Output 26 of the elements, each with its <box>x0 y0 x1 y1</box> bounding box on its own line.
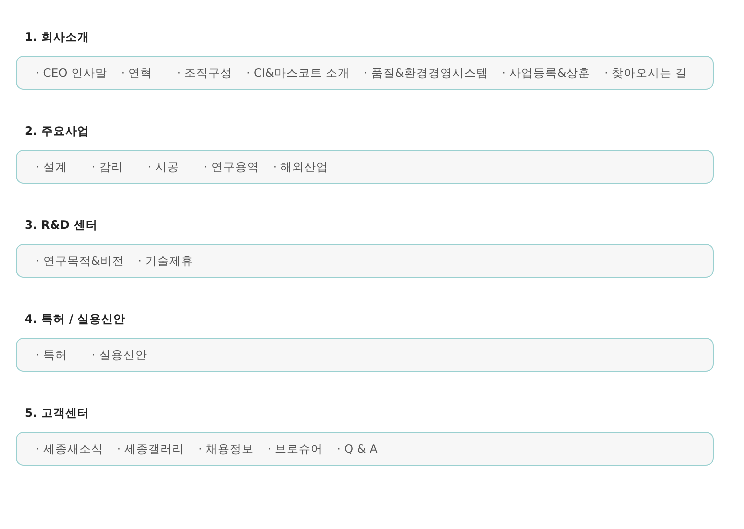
section-title: 1. 회사소개 <box>25 29 90 45</box>
menu-link[interactable]: · 연혁 <box>121 66 164 80</box>
section-title: 3. R&D 센터 <box>25 217 99 233</box>
menu-link[interactable]: · 채용정보 <box>198 442 254 456</box>
menu-link[interactable]: · 조직구성 <box>177 66 233 80</box>
menu-link[interactable]: · 품질&환경경영시스템 <box>364 66 488 80</box>
menu-link[interactable]: · 브로슈어 <box>268 442 324 456</box>
menu-link[interactable]: · 세종새소식 <box>36 442 104 456</box>
menu-link[interactable]: · 세종갤러리 <box>117 442 185 456</box>
menu-link[interactable]: · 사업등록&상훈 <box>502 66 591 80</box>
menu-link[interactable]: · 찾아오시는 길 <box>604 66 688 80</box>
menu-link[interactable]: · 기술제휴 <box>138 254 194 268</box>
menu-link[interactable]: · 감리 <box>92 160 134 174</box>
menu-link[interactable]: · Q & A <box>337 442 380 456</box>
menu-link[interactable]: · CI&마스코트 소개 <box>246 66 350 80</box>
section-title: 5. 고객센터 <box>25 405 90 421</box>
menu-link[interactable]: · 실용신안 <box>92 348 148 362</box>
menu-link[interactable]: · CEO 인사말 <box>36 66 108 80</box>
menu-link[interactable]: · 해외산업 <box>273 160 329 174</box>
menu-link[interactable]: · 특허 <box>36 348 78 362</box>
menu-link[interactable]: · 설계 <box>36 160 78 174</box>
menu-link[interactable]: · 시공 <box>148 160 190 174</box>
section-title: 4. 특허 / 실용신안 <box>25 311 127 327</box>
section-title: 2. 주요사업 <box>25 123 90 139</box>
menu-link[interactable]: · 연구용역 <box>204 160 260 174</box>
menu-link[interactable]: · 연구목적&비전 <box>36 254 124 268</box>
